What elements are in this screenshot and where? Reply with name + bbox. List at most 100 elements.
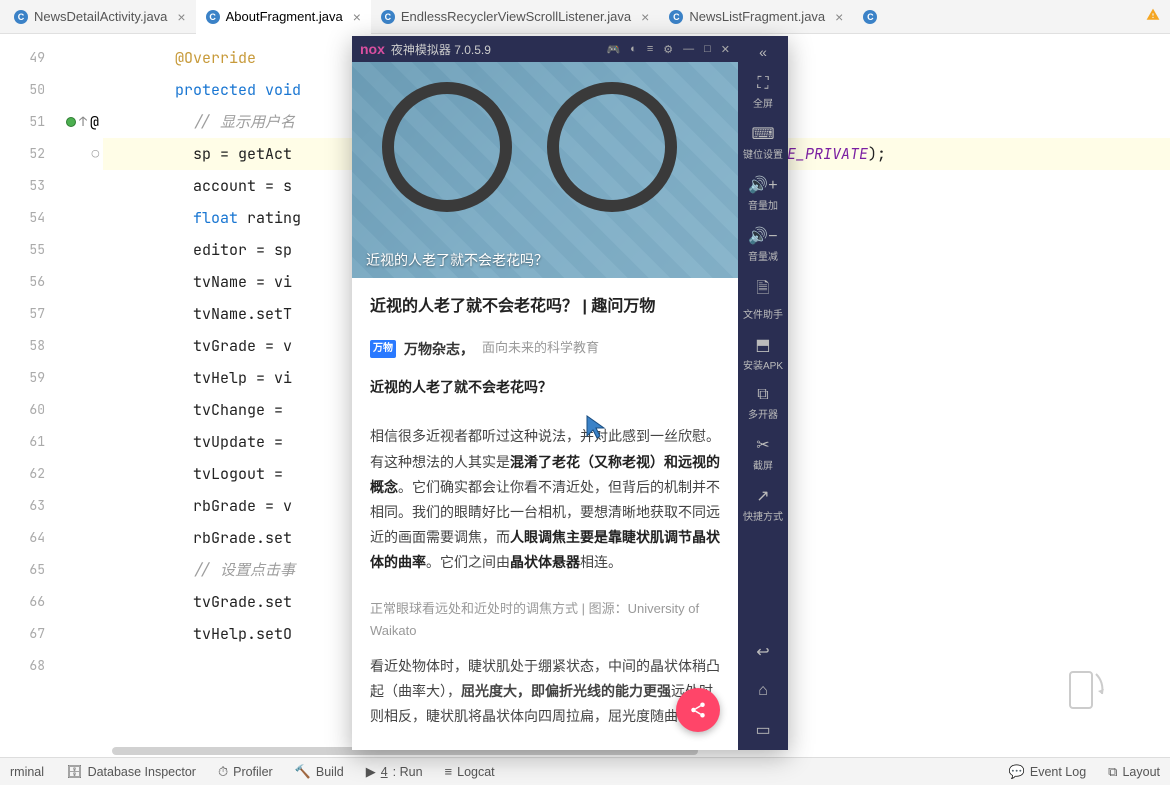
sidebar-label: 音量减 — [748, 248, 778, 263]
article-hero-image: 近视的人老了就不会老花吗？ — [352, 62, 738, 278]
emulator-sidebar-item[interactable]: ⬒ 安装APK — [743, 328, 783, 379]
run-icon: ▶ — [366, 764, 376, 780]
gutter-marker-row — [45, 586, 103, 618]
close-icon[interactable]: × — [177, 9, 185, 25]
device-rotate-icon[interactable] — [1054, 664, 1110, 725]
emulator-sidebar-item[interactable]: ⧉多开器 — [743, 379, 783, 428]
close-icon[interactable]: × — [835, 9, 843, 25]
gutter-marker-row — [45, 490, 103, 522]
emulator-sidebar: « ⛶全屏⌨键位设置🔊+音量加🔊−音量减🗎文件助手 ⬒ 安装APK ⧉多开器✂截屏↗快… — [738, 36, 788, 750]
gear-icon[interactable]: ⚙ — [663, 43, 673, 56]
android-recents-icon[interactable]: ▭ — [755, 710, 770, 750]
share-fab-button[interactable] — [676, 688, 720, 732]
article-subtitle: 近视的人老了就不会老花吗？ — [370, 376, 720, 398]
profiler-icon: ⏱ — [218, 764, 228, 780]
gutter-marker-row — [45, 330, 103, 362]
java-class-icon: C — [381, 10, 395, 24]
gutter-marker-row — [45, 522, 103, 554]
database-icon: 🗄 — [66, 764, 83, 780]
gutter-marker-row — [45, 394, 103, 426]
author-name: 万物杂志， — [404, 338, 474, 360]
line-number: 52 — [0, 138, 45, 170]
line-number: 66 — [0, 586, 45, 618]
sidebar-label: 安装APK — [743, 357, 783, 372]
gutter-marker-row — [45, 458, 103, 490]
author-row: 万物 万物杂志， 面向未来的科学教育 — [370, 338, 720, 360]
emulator-sidebar-item[interactable]: ⛶全屏 — [743, 68, 783, 117]
sidebar-collapse-icon[interactable]: « — [759, 40, 767, 68]
sidebar-label: 多开器 — [748, 406, 778, 421]
author-desc: 面向未来的科学教育 — [482, 338, 599, 359]
android-back-icon[interactable]: ↩ — [756, 632, 769, 672]
emulator-sidebar-item[interactable]: 🗎文件助手 — [743, 270, 783, 328]
tab-label: NewsListFragment.java — [689, 9, 825, 24]
hero-caption: 近视的人老了就不会老花吗？ — [352, 242, 562, 278]
line-number: 60 — [0, 394, 45, 426]
tab-endlessrecycler[interactable]: C EndlessRecyclerViewScrollListener.java… — [371, 0, 659, 34]
layout-inspector-tool[interactable]: ⧉Layout — [1108, 764, 1160, 780]
java-class-icon: C — [669, 10, 683, 24]
emulator-sidebar-item[interactable]: ⌨键位设置 — [743, 117, 783, 168]
event-log-tool[interactable]: 💬Event Log — [1009, 764, 1086, 780]
run-gutter-icon[interactable] — [66, 117, 76, 127]
run-tool[interactable]: ▶4: Run — [366, 764, 423, 780]
profiler-tool[interactable]: ⏱Profiler — [218, 764, 273, 780]
gutter-marker-row — [45, 74, 103, 106]
sidebar-label: 截屏 — [753, 457, 773, 472]
emulator-title: nox 夜神模拟器 7.0.5.9 — [360, 41, 596, 58]
tab-label: AboutFragment.java — [226, 9, 343, 24]
database-inspector-tool[interactable]: 🗄Database Inspector — [66, 764, 196, 780]
line-number: 63 — [0, 490, 45, 522]
emulator-sidebar-item[interactable]: ✂截屏 — [743, 428, 783, 479]
gutter-markers: ↑@◯ — [45, 34, 103, 757]
article-content[interactable]: 近视的人老了就不会老花吗？ | 趣问万物 万物 万物杂志， 面向未来的科学教育 … — [352, 278, 738, 750]
emulator-titlebar[interactable]: nox 夜神模拟器 7.0.5.9 🎮 ◐ ≡ ⚙ — □ ✕ — [352, 36, 738, 62]
close-icon[interactable]: × — [353, 9, 361, 25]
tab-label: NewsDetailActivity.java — [34, 9, 167, 24]
close-icon[interactable]: ✕ — [721, 43, 730, 56]
gutter-marker-row — [45, 298, 103, 330]
sidebar-label: 文件助手 — [743, 306, 783, 321]
close-icon[interactable]: × — [641, 9, 649, 25]
gutter-marker-row — [45, 170, 103, 202]
line-number: 49 — [0, 42, 45, 74]
article-body-2: 看近处物体时，睫状肌处于绷紧状态，中间的晶状体稍凸起（曲率大），屈光度大，即偏折… — [370, 654, 720, 730]
tab-newslistfragment[interactable]: C NewsListFragment.java × — [659, 0, 853, 34]
nox-logo-icon: nox — [360, 41, 385, 57]
line-number: 53 — [0, 170, 45, 202]
line-number: 55 — [0, 234, 45, 266]
gutter-marker-row — [45, 362, 103, 394]
java-class-icon: C — [863, 10, 877, 24]
logcat-icon: ≡ — [445, 764, 453, 779]
emulator-sidebar-item[interactable]: ↗快捷方式 — [743, 479, 783, 530]
shield-icon: ◯ — [92, 138, 99, 170]
line-number: 54 — [0, 202, 45, 234]
sidebar-icon: 🔊+ — [748, 175, 777, 195]
line-number: 65 — [0, 554, 45, 586]
warning-icon[interactable] — [1146, 7, 1160, 26]
maximize-icon[interactable]: □ — [704, 43, 711, 55]
emulator-sidebar-item[interactable]: 🔊−音量减 — [743, 219, 783, 270]
sidebar-icon: ⬒ — [755, 335, 770, 355]
emulator-sidebar-item[interactable]: 🔊+音量加 — [743, 168, 783, 219]
theme-icon[interactable]: ◐ — [630, 43, 637, 55]
minimize-icon[interactable]: — — [683, 43, 694, 55]
terminal-tool[interactable]: rminal — [10, 765, 44, 779]
logcat-tool[interactable]: ≡Logcat — [445, 764, 495, 779]
tab-newsdetail[interactable]: C NewsDetailActivity.java × — [4, 0, 196, 34]
tab-more[interactable]: C — [853, 0, 887, 34]
line-number: 56 — [0, 266, 45, 298]
bottom-toolbar: rminal 🗄Database Inspector ⏱Profiler 🔨Bu… — [0, 757, 1170, 785]
menu-icon[interactable]: ≡ — [647, 43, 653, 55]
build-icon: 🔨 — [295, 764, 311, 780]
build-tool[interactable]: 🔨Build — [295, 764, 344, 780]
gamepad-icon[interactable]: 🎮 — [606, 43, 620, 56]
image-caption: 正常眼球看远处和近处时的调焦方式 | 图源：University of Waik… — [370, 598, 720, 642]
tab-aboutfragment[interactable]: C AboutFragment.java × — [196, 0, 371, 34]
line-number: 58 — [0, 330, 45, 362]
android-home-icon[interactable]: ⌂ — [758, 672, 768, 710]
line-number: 61 — [0, 426, 45, 458]
gutter-marker-row: ◯ — [45, 138, 103, 170]
emulator-window: nox 夜神模拟器 7.0.5.9 🎮 ◐ ≡ ⚙ — □ ✕ 近视的人老了就不… — [352, 36, 788, 750]
sidebar-label: 快捷方式 — [743, 508, 783, 523]
